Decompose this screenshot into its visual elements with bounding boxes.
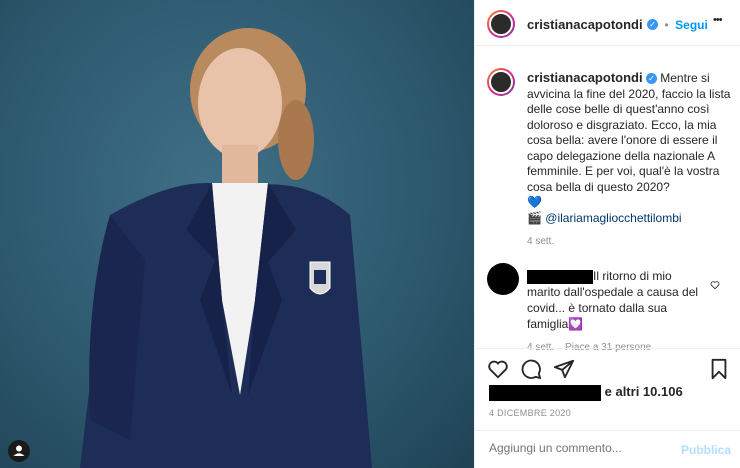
comment-like-heart-icon[interactable]: [710, 277, 720, 295]
caption-avatar[interactable]: [487, 68, 515, 96]
add-comment-bar: Pubblica: [475, 430, 740, 468]
post-side-panel: cristianacapotondi ✓ • Segui ••• cristia…: [474, 0, 740, 468]
redacted-username: [527, 269, 593, 284]
comment-icon[interactable]: [520, 358, 542, 385]
share-icon[interactable]: [553, 358, 575, 385]
caption-text: Mentre si avvicina la fine del 2020, fac…: [527, 71, 731, 194]
post-photo-illustration: [80, 28, 372, 468]
camera-emoji: 🎬: [527, 210, 542, 225]
post-header: cristianacapotondi ✓ • Segui •••: [475, 0, 740, 46]
heart-emoji: 💙: [527, 195, 542, 209]
separator-dot: •: [664, 18, 669, 32]
bookmark-icon[interactable]: [709, 358, 729, 385]
post-caption: cristianacapotondi ✓ Mentre si avvicina …: [527, 70, 732, 250]
user-tag-icon[interactable]: [8, 440, 30, 462]
redacted-liker: [489, 384, 601, 401]
comment-input[interactable]: [487, 440, 671, 456]
verified-icon: ✓: [647, 19, 659, 31]
post-photo[interactable]: [0, 0, 474, 468]
caption-username[interactable]: cristianacapotondi: [527, 70, 643, 85]
publish-button[interactable]: Pubblica: [681, 443, 731, 457]
credit-mention-link[interactable]: @ilariamagliocchettilombi: [545, 211, 681, 225]
more-icon[interactable]: •••: [713, 14, 723, 26]
post-date: 4 DICEMBRE 2020: [489, 408, 572, 418]
likes-count[interactable]: e altri 10.106: [489, 384, 683, 401]
comment: Il ritorno di mio marito dall'ospedale a…: [527, 268, 702, 356]
follow-button[interactable]: Segui: [675, 18, 708, 32]
comment-avatar[interactable]: [487, 263, 519, 295]
action-bar: [475, 348, 740, 388]
likes-suffix[interactable]: e altri 10.106: [605, 384, 683, 399]
heart-icon[interactable]: [487, 358, 509, 385]
avatar[interactable]: [487, 10, 515, 38]
comment-emoji: 💟: [568, 317, 584, 331]
username[interactable]: cristianacapotondi: [527, 17, 643, 32]
verified-icon: ✓: [645, 73, 657, 85]
caption-time[interactable]: 4 sett.: [527, 234, 732, 250]
